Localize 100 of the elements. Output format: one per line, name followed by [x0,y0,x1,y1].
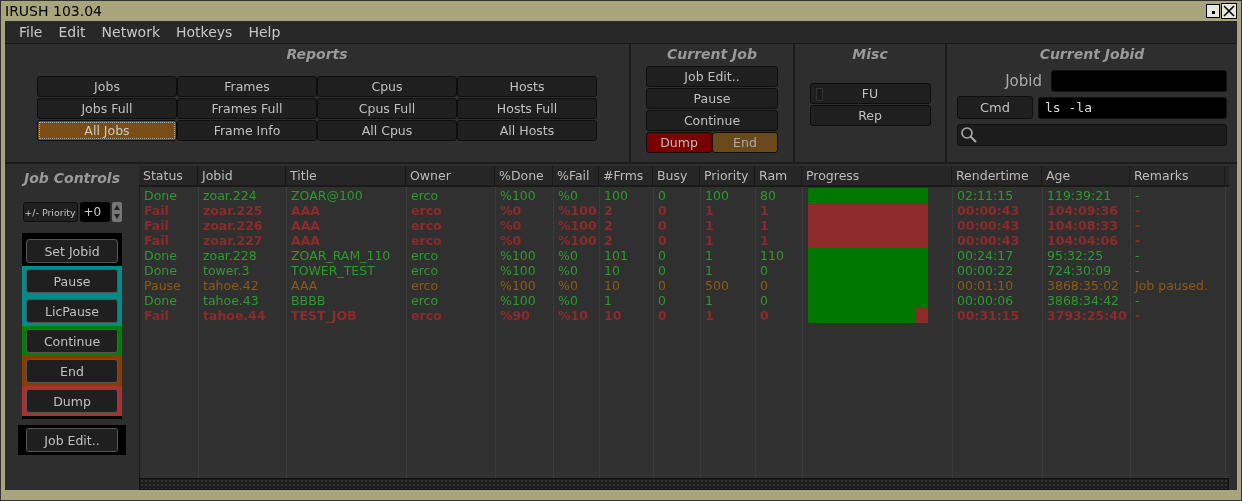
table-cell-text: Fail [143,218,170,233]
table-cell-text: tahoe.42 [202,278,260,293]
table-cell-text: 3793:25:40 [1046,308,1128,323]
table-cell-text: - [1134,218,1142,233]
table-cell-text: %0 [557,293,579,308]
table-cell-text: - [1134,188,1141,203]
table-cell-text: 1 [704,293,714,308]
table-cell-text: 1 [704,233,715,248]
table-cell-text: 2 [603,218,614,233]
table-cell-text: %90 [499,308,531,323]
table-cell-text: Done [143,263,178,278]
table-cell-text: %0 [557,248,579,263]
column-header[interactable]: #Frms [599,166,653,185]
menu-item[interactable]: Hotkeys [168,24,241,40]
column-header[interactable]: %Done [495,166,553,185]
table-cell-text: ZOAR@100 [290,188,364,203]
table-cell-text: zoar.227 [202,233,264,248]
cmd-button[interactable]: Cmd [957,96,1033,119]
table-cell-text: 0 [657,308,668,323]
table-cell-text: 724:30:09 [1046,263,1113,278]
table-cell-text: TEST_JOB [290,308,358,323]
column-header[interactable]: Jobid [198,166,286,185]
table-cell-text: 0 [759,293,769,308]
job-edit-button[interactable]: Job Edit.. [26,428,118,452]
report-button[interactable]: Jobs [37,76,177,97]
spinner-arrows-icon[interactable] [111,202,122,222]
report-button[interactable]: Cpus [317,76,457,97]
jobid-field[interactable] [1051,70,1227,92]
table-cell-text: Fail [143,203,170,218]
section-title: Misc [852,45,888,64]
job-button[interactable]: End [712,132,778,153]
table-cell-text: 101 [603,248,629,263]
column-header[interactable]: Owner [406,166,495,185]
column-header[interactable]: %Fail [553,166,599,185]
job-button[interactable]: Dump [646,132,712,153]
report-button[interactable]: Cpus Full [317,98,457,119]
job-control-button[interactable]: Set Jobid [26,239,118,263]
report-button[interactable]: Frames Full [177,98,317,119]
table-cell-text: erco [410,263,440,278]
priority-spinner[interactable]: +0 [79,202,110,222]
report-button[interactable]: Jobs Full [37,98,177,119]
scrollbar[interactable] [139,478,1229,490]
table-cell-text: 0 [759,308,770,323]
table-cell-text: erco [410,218,443,233]
report-button[interactable]: All Cpus [317,120,457,141]
table-cell-text: 2 [603,233,614,248]
table-cell-text: 95:32:25 [1046,248,1105,263]
job-control-button[interactable]: Dump [26,389,118,413]
search-field[interactable] [957,124,1227,146]
misc-button[interactable]: FU [809,83,931,104]
table-cell-text: zoar.226 [202,218,264,233]
column-header[interactable]: Rendertime [952,166,1042,185]
job-control-button[interactable]: End [26,359,118,383]
close-icon[interactable] [1221,3,1237,19]
report-button[interactable]: Hosts Full [457,98,597,119]
column-header[interactable]: Title [286,166,406,185]
job-control-button[interactable]: Continue [26,329,118,353]
job-button[interactable]: Continue [646,110,778,131]
job-button[interactable]: Pause [646,88,778,109]
column-header[interactable]: Ram [755,166,802,185]
table-cell-text: 0 [657,248,667,263]
report-button[interactable]: Hosts [457,76,597,97]
table-cell-text: 104:04:06 [1046,233,1119,248]
priority-button[interactable]: +/- Priority [22,202,78,222]
table-cell-text: Done [143,293,178,308]
table-cell-text: 0 [657,218,668,233]
column-header[interactable]: Age [1042,166,1130,185]
table-cell-text: Done [143,248,178,263]
column-header[interactable]: Progress [802,166,952,185]
command-field[interactable]: ls -la [1038,96,1227,119]
restore-icon[interactable] [1206,4,1220,18]
table-cell-text: 1 [704,248,714,263]
table-cell-text: 3868:34:42 [1046,293,1121,308]
job-control-button[interactable]: LicPause [26,299,118,323]
job-button[interactable]: Job Edit.. [646,66,778,87]
misc-button[interactable]: Rep [809,105,931,126]
table-cell-text: BBBB [290,293,327,308]
table-cell-text: AAA [290,203,322,218]
column-header[interactable]: Remarks [1130,166,1225,185]
menu-item[interactable]: Network [93,24,169,40]
menu-item[interactable]: Help [240,24,289,40]
report-button[interactable]: All Jobs [37,120,177,141]
job-control-button[interactable]: Pause [26,269,118,293]
table-cell-text: - [1134,203,1142,218]
column-header[interactable]: Busy [653,166,700,185]
column-header[interactable]: Priority [700,166,755,185]
table-cell-text: %100 [499,248,537,263]
column-header[interactable]: Status [139,166,198,185]
table-cell-text: 10 [603,308,623,323]
table-cell-text: %100 [557,218,598,233]
report-button[interactable]: All Hosts [457,120,597,141]
table-cell-text: - [1134,233,1142,248]
table-cell-text: 3868:35:02 [1046,278,1121,293]
report-button[interactable]: Frames [177,76,317,97]
table-cell-text: AAA [290,233,322,248]
menu-item[interactable]: Edit [50,24,94,40]
table-cell-text: 1 [759,218,770,233]
report-button[interactable]: Frame Info [177,120,317,141]
table-cell-text: erco [410,308,443,323]
menu-item[interactable]: File [11,24,51,40]
